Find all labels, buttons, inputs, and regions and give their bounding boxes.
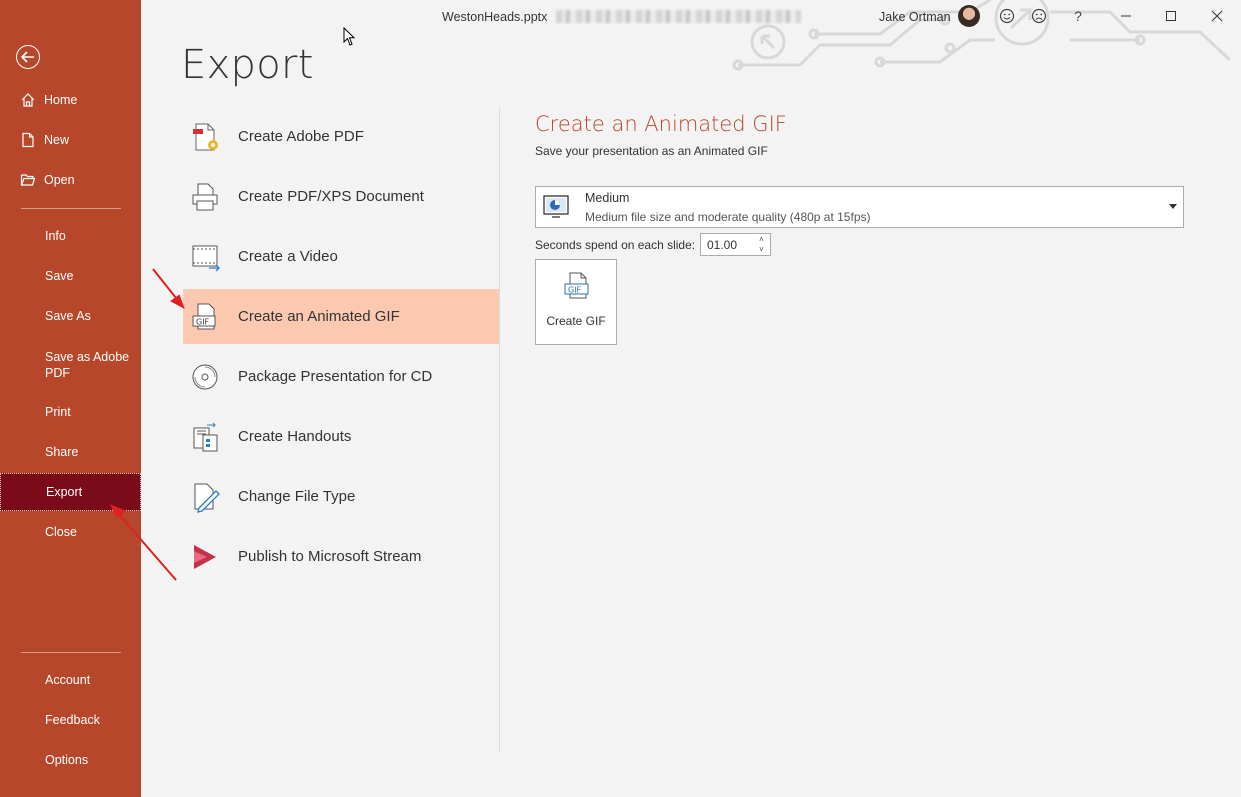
chevron-down-icon (1169, 204, 1177, 209)
spin-up-icon[interactable]: ˄ (757, 235, 766, 245)
sidebar-item-account[interactable]: Account (0, 661, 141, 699)
video-icon (187, 239, 223, 275)
sidebar-item-label: Home (44, 93, 78, 107)
export-option-create-adobe-pdf[interactable]: Create Adobe PDF (183, 109, 499, 164)
sidebar-item-label: Account (45, 673, 91, 687)
gif-icon: GIF (187, 299, 223, 335)
gif-icon: GIF (562, 271, 592, 301)
svg-text:GIF: GIF (568, 286, 582, 295)
sidebar-item-save[interactable]: Save (0, 257, 141, 295)
home-icon (20, 92, 36, 108)
export-option-label: Publish to Microsoft Stream (238, 548, 422, 565)
create-gif-button[interactable]: GIF Create GIF (535, 259, 617, 345)
export-option-label: Create an Animated GIF (238, 308, 400, 325)
title-bar: WestonHeads.pptx Jake Ortman ? (141, 0, 1241, 32)
blurred-file-path (556, 10, 801, 23)
cd-icon (187, 359, 223, 395)
export-option-label: Change File Type (238, 488, 356, 505)
sidebar-item-home[interactable]: Home (0, 81, 141, 119)
sidebar-item-label: New (44, 133, 70, 147)
pdf-xps-icon (187, 179, 223, 215)
sidebar-item-label: Info (45, 229, 66, 243)
sidebar-item-label: Share (45, 445, 79, 459)
sidebar-item-save-as[interactable]: Save As (0, 297, 141, 335)
spin-down-icon[interactable]: ˅ (757, 245, 766, 255)
sidebar-item-share[interactable]: Share (0, 433, 141, 471)
avatar[interactable] (958, 5, 980, 27)
export-option-label: Create Adobe PDF (238, 128, 364, 145)
pane-divider (499, 107, 500, 752)
stream-icon (187, 539, 223, 575)
sidebar-item-export[interactable]: Export (0, 473, 141, 511)
sidebar-divider (21, 208, 121, 209)
change-file-type-icon (187, 479, 223, 515)
sidebar-item-save-as-adobe-pdf[interactable]: Save as Adobe PDF (0, 349, 141, 393)
export-option-publish-to-stream[interactable]: Publish to Microsoft Stream (183, 529, 499, 584)
sidebar-item-label: Open (44, 173, 75, 187)
sidebar-item-label: Feedback (45, 713, 100, 727)
smile-feedback-icon[interactable] (998, 7, 1016, 25)
sidebar-item-new[interactable]: New (0, 121, 141, 159)
export-option-create-handouts[interactable]: Create Handouts (183, 409, 499, 464)
mouse-cursor-icon (343, 27, 356, 46)
minimize-icon[interactable] (1117, 7, 1135, 25)
close-icon[interactable] (1208, 7, 1226, 25)
sidebar-item-close[interactable]: Close (0, 513, 141, 551)
document-title: WestonHeads.pptx (442, 10, 548, 24)
new-document-icon (20, 132, 36, 148)
sidebar-item-label: Print (45, 405, 71, 419)
sidebar-item-feedback[interactable]: Feedback (0, 701, 141, 739)
sidebar-divider (21, 652, 121, 653)
export-option-change-file-type[interactable]: Change File Type (183, 469, 499, 524)
quality-dropdown[interactable]: Medium Medium file size and moderate qua… (535, 186, 1184, 228)
maximize-icon[interactable] (1162, 7, 1180, 25)
sidebar-item-label: Save As (45, 309, 91, 323)
sidebar-item-print[interactable]: Print (0, 393, 141, 431)
quality-monitor-icon (542, 194, 570, 220)
quality-description: Medium file size and moderate quality (4… (585, 210, 871, 224)
detail-title: Create an Animated GIF (535, 112, 787, 136)
export-option-label: Create a Video (238, 248, 338, 265)
account-name[interactable]: Jake Ortman (879, 10, 951, 24)
adobe-pdf-icon (187, 119, 223, 155)
export-option-create-pdf-xps[interactable]: Create PDF/XPS Document (183, 169, 499, 224)
open-folder-icon (20, 172, 36, 188)
sidebar-item-label: Close (45, 525, 77, 539)
sidebar-item-open[interactable]: Open (0, 161, 141, 199)
export-option-label: Create Handouts (238, 428, 352, 445)
quality-selected: Medium (585, 191, 630, 205)
seconds-label: Seconds spend on each slide: (535, 238, 696, 252)
handouts-icon (187, 419, 223, 455)
help-icon[interactable]: ? (1069, 7, 1087, 25)
sidebar-item-label: Export (46, 485, 83, 499)
create-gif-label: Create GIF (546, 314, 606, 328)
svg-text:GIF: GIF (196, 317, 210, 326)
export-option-create-video[interactable]: Create a Video (183, 229, 499, 284)
export-option-label: Create PDF/XPS Document (238, 188, 424, 205)
page-title: Export (181, 42, 314, 88)
detail-subtitle: Save your presentation as an Animated GI… (535, 144, 768, 158)
seconds-spinner[interactable]: 01.00 ˄ ˅ (700, 233, 771, 256)
sidebar-item-options[interactable]: Options (0, 741, 141, 779)
back-arrow-icon[interactable] (16, 45, 40, 69)
frown-feedback-icon[interactable] (1030, 7, 1048, 25)
sidebar-item-label: Options (45, 753, 89, 767)
sidebar-item-label: Save as Adobe PDF (45, 350, 130, 380)
seconds-value[interactable]: 01.00 (707, 238, 737, 252)
sidebar-item-info[interactable]: Info (0, 217, 141, 255)
export-option-create-animated-gif[interactable]: GIF Create an Animated GIF (183, 289, 499, 344)
export-option-label: Package Presentation for CD (238, 368, 433, 385)
sidebar-item-label: Save (45, 269, 74, 283)
backstage-sidebar: Home New Open Info Save Save As Save as … (0, 0, 141, 797)
export-option-package-for-cd[interactable]: Package Presentation for CD (183, 349, 499, 404)
